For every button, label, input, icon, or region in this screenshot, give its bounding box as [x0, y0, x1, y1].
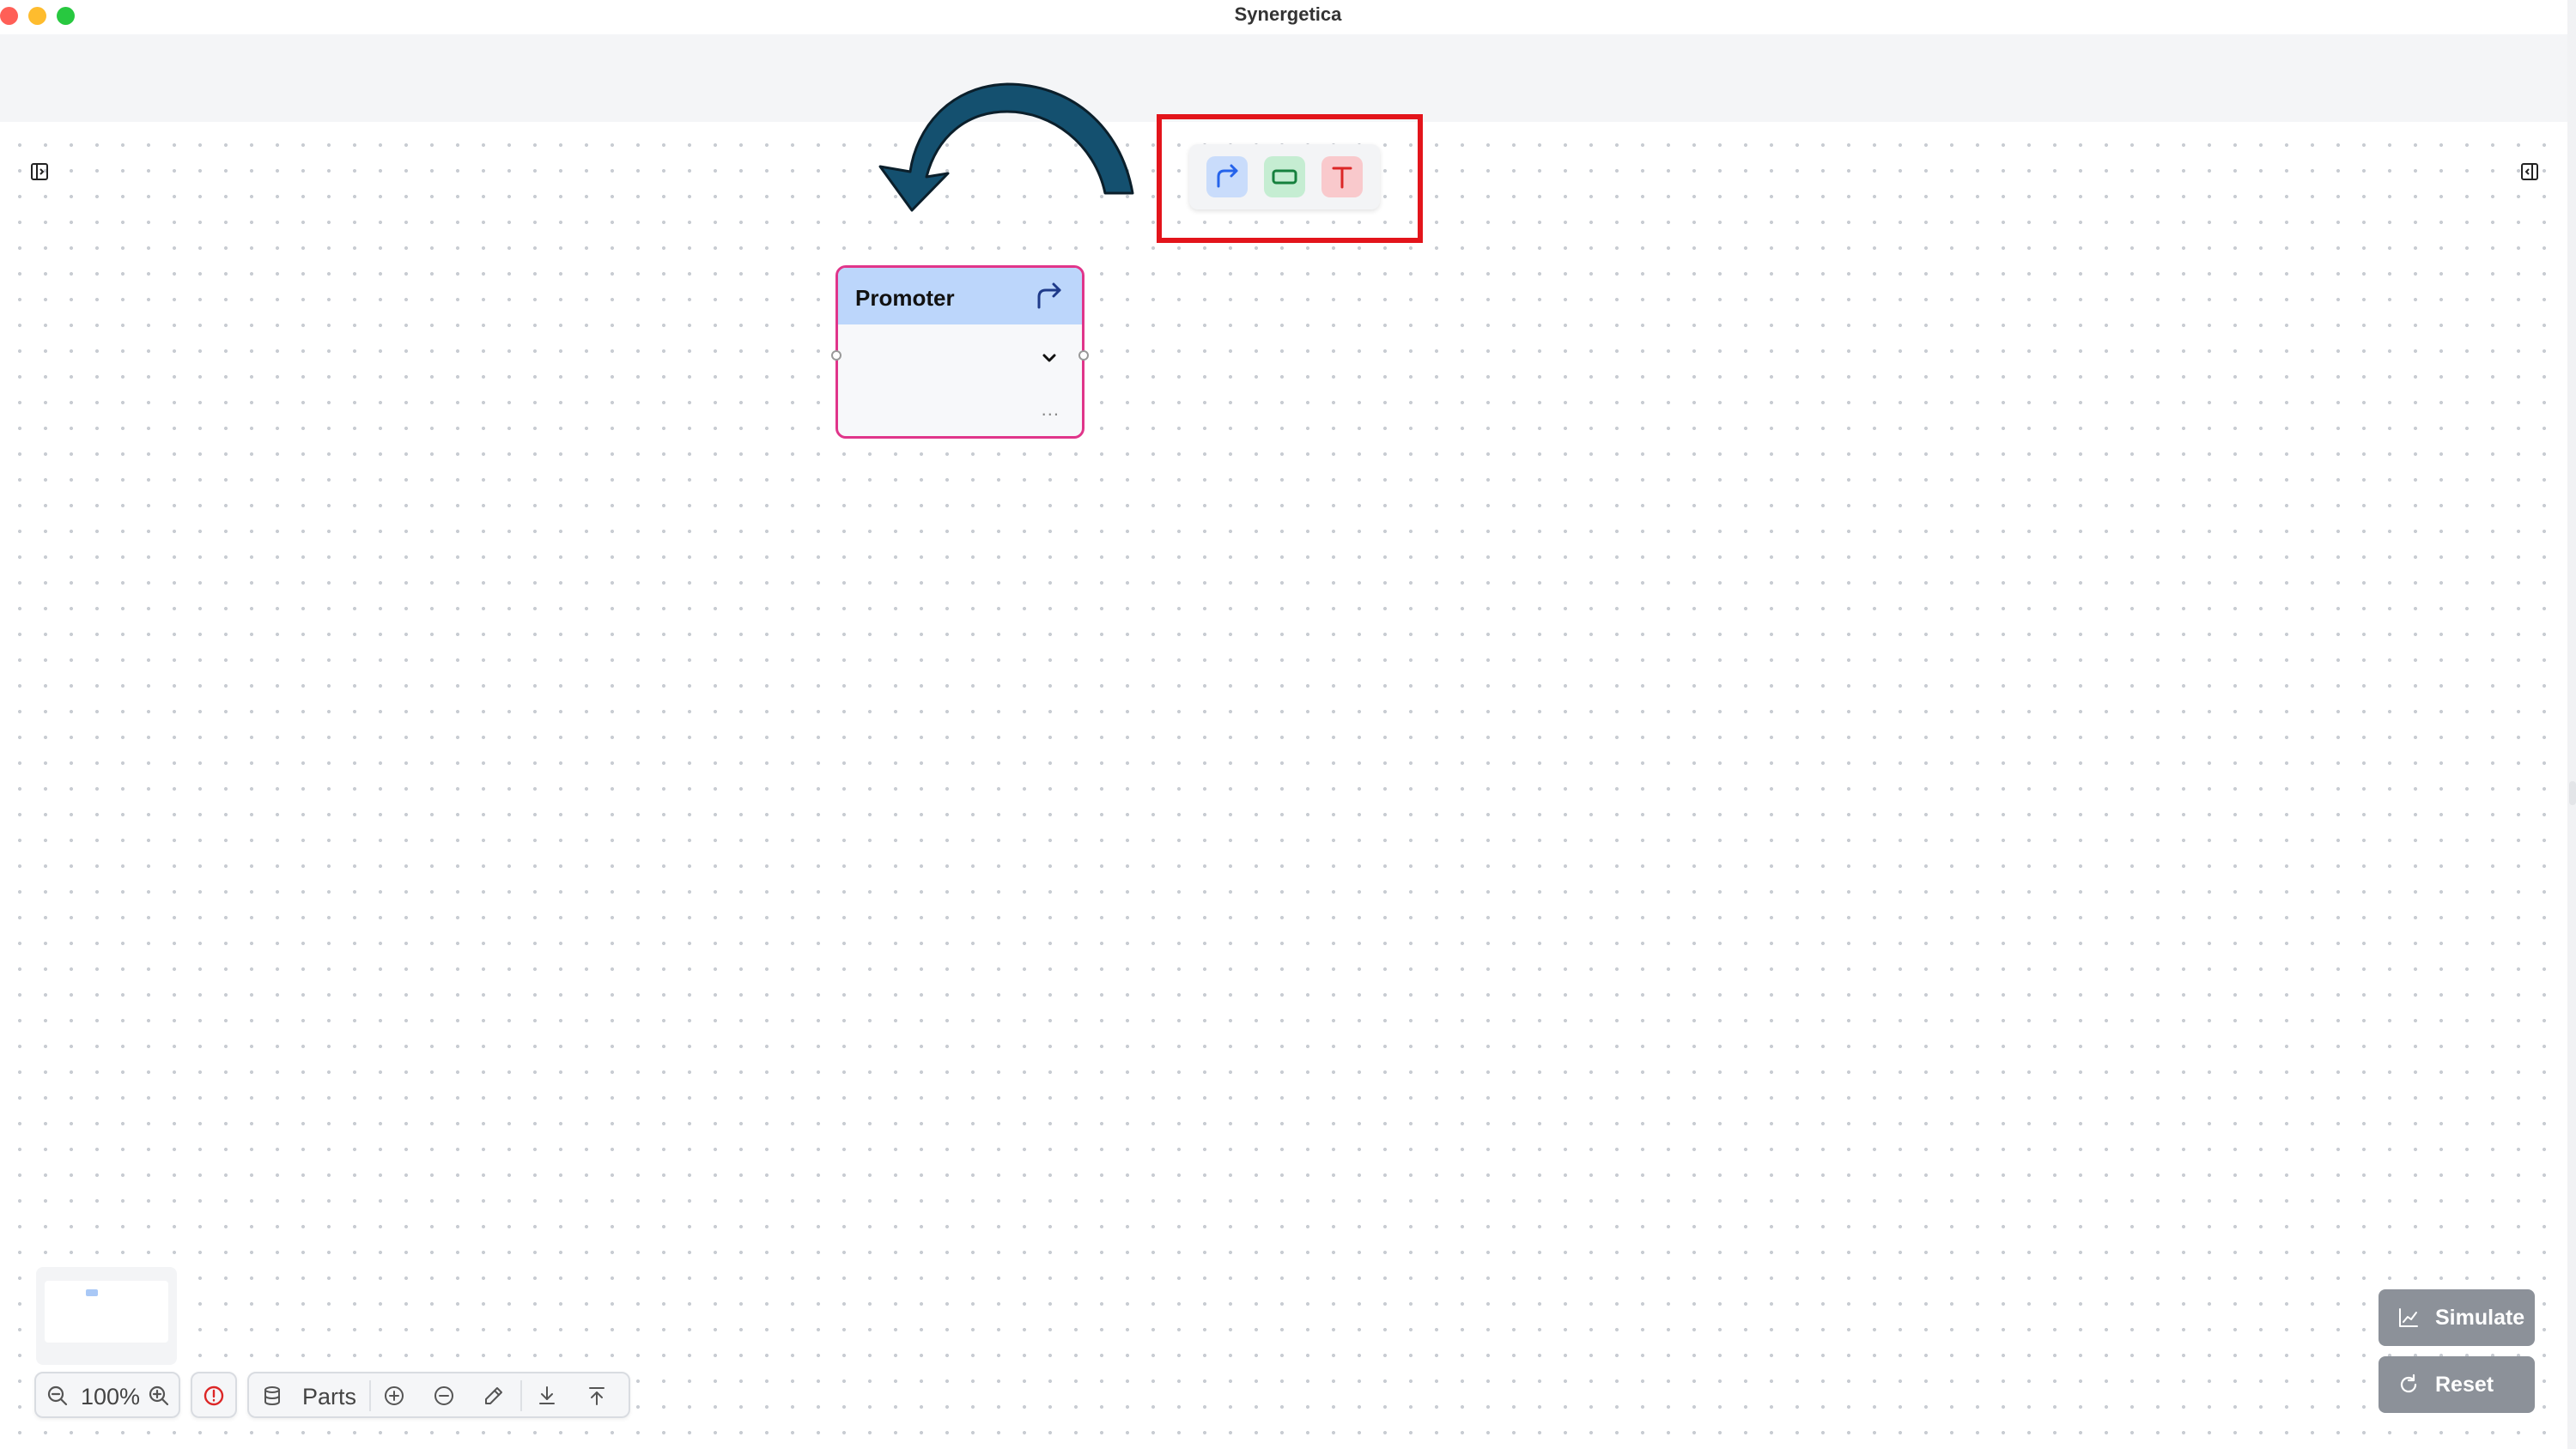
reset-button[interactable]: Reset: [2379, 1356, 2535, 1413]
annotation-curved-arrow-icon: [878, 82, 1134, 212]
minimap[interactable]: [36, 1267, 177, 1365]
parts-button[interactable]: Parts: [302, 1384, 356, 1410]
edit-pencil-icon[interactable]: [483, 1385, 505, 1407]
database-icon[interactable]: [261, 1385, 283, 1407]
title-bar: Synergetica: [0, 0, 2576, 34]
validation-button[interactable]: [191, 1372, 237, 1418]
more-options-icon[interactable]: ...: [1042, 398, 1060, 421]
minimap-node: [86, 1289, 98, 1296]
scrollbar-handle[interactable]: [2569, 781, 2576, 805]
right-panel-toggle-icon[interactable]: [2519, 161, 2540, 182]
promoter-node[interactable]: Promoter ...: [831, 265, 1089, 439]
chevron-down-icon[interactable]: [1039, 350, 1060, 367]
zoom-level: 100%: [81, 1384, 141, 1410]
download-icon[interactable]: [536, 1385, 558, 1407]
scrollbar-track[interactable]: [2567, 0, 2576, 1449]
window-title: Synergetica: [1234, 3, 1342, 25]
upload-icon[interactable]: [586, 1385, 608, 1407]
simulate-label: Simulate: [2435, 1306, 2525, 1330]
node-header: Promoter: [838, 268, 1082, 324]
design-canvas[interactable]: [0, 122, 2576, 1449]
node-title: Promoter: [855, 285, 955, 311]
reset-label: Reset: [2435, 1373, 2494, 1397]
highlight-box: [1157, 114, 1423, 243]
toolbar-divider: [520, 1380, 522, 1411]
parts-toolbar: Parts: [247, 1372, 630, 1418]
add-circle-icon[interactable]: [383, 1385, 405, 1407]
promoter-arrow-icon: [1034, 282, 1065, 311]
minimap-viewport: [45, 1281, 168, 1343]
simulate-button[interactable]: Simulate: [2379, 1289, 2535, 1346]
refresh-icon: [2397, 1373, 2420, 1396]
input-port[interactable]: [831, 350, 841, 361]
left-panel-toggle-icon[interactable]: [29, 161, 50, 182]
zoom-in-icon[interactable]: [148, 1385, 170, 1407]
remove-circle-icon[interactable]: [433, 1385, 455, 1407]
zoom-out-icon[interactable]: [46, 1385, 69, 1407]
line-chart-icon: [2397, 1307, 2420, 1329]
app-window: Synergetica Promoter ... 100% Parts Simu…: [0, 0, 2576, 1449]
alert-circle-icon: [203, 1385, 225, 1407]
top-toolbar: [0, 34, 2576, 122]
zoom-controls: 100%: [34, 1372, 180, 1418]
output-port[interactable]: [1078, 350, 1089, 361]
toolbar-divider: [369, 1380, 371, 1411]
